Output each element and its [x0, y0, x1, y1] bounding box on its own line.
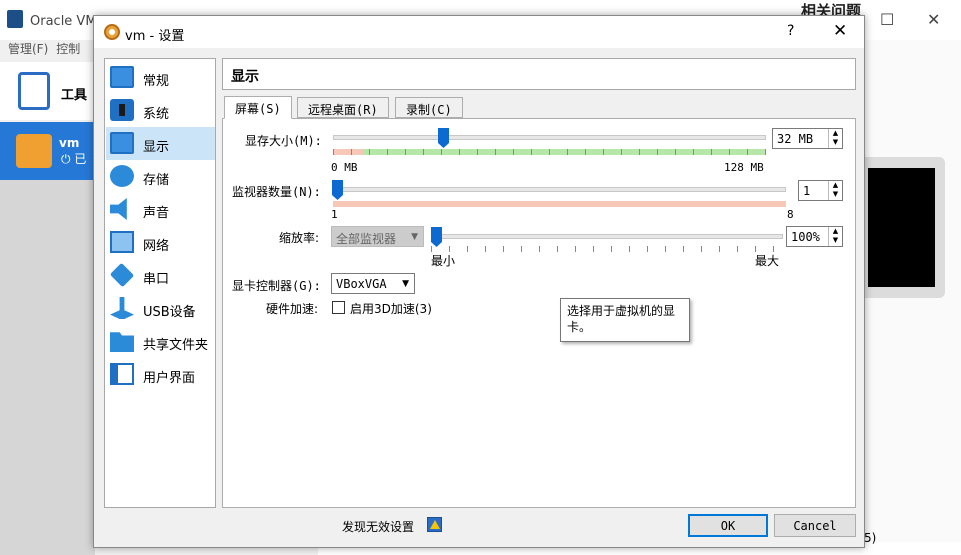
nav-item-network[interactable]: 网络: [106, 226, 215, 259]
nav-item-display[interactable]: 显示: [106, 127, 215, 160]
scale-factor-value: 100%: [791, 230, 820, 244]
maximize-icon[interactable]: ☐: [880, 10, 894, 29]
nav-label: 常规: [143, 74, 170, 89]
monitor-count-min: 1: [331, 208, 338, 221]
scale-factor-slider-track[interactable]: [431, 234, 783, 239]
graphics-controller-value: VBoxVGA: [336, 277, 387, 291]
menu-control[interactable]: 控制: [56, 42, 80, 56]
nav-item-audio[interactable]: 声音: [106, 193, 215, 226]
scale-factor-min: 最小: [431, 254, 456, 268]
vm-os-icon: [16, 134, 52, 168]
nav-item-system[interactable]: 系统: [106, 94, 215, 127]
video-memory-max: 128 MB: [724, 161, 764, 174]
tab-recording[interactable]: 录制(C): [395, 97, 463, 118]
chevron-down-icon: ▼: [411, 232, 418, 242]
vm-name: vm: [59, 136, 80, 150]
invalid-settings-label: 发现无效设置: [342, 520, 415, 534]
nav-item-shared-folders[interactable]: 共享文件夹: [106, 325, 215, 358]
tools-icon: [18, 72, 50, 110]
menu-manage[interactable]: 管理(F): [8, 42, 48, 56]
network-icon: [110, 231, 134, 253]
nav-label: 系统: [143, 107, 170, 122]
enable-3d-checkbox[interactable]: [332, 301, 345, 314]
settings-nav: 常规 系统 显示 存储 声音 网络 串口 USB设备 共享文件夹 用户界面: [104, 58, 216, 508]
scale-monitor-combo-value: 全部监视器: [336, 232, 397, 246]
scale-factor-label: 缩放率:: [279, 231, 320, 245]
scale-factor-max: 最大: [755, 254, 780, 268]
graphics-controller-tooltip: 选择用于虚拟机的显卡。: [560, 298, 690, 342]
monitor-count-range: [333, 201, 786, 207]
manager-menubar: 管理(F) 控制: [0, 40, 95, 62]
nav-label: 共享文件夹: [143, 338, 209, 353]
nav-label: 显示: [143, 140, 170, 155]
chip-icon: [110, 99, 134, 121]
chevron-down-icon: ▼: [402, 279, 409, 289]
video-memory-spinbox[interactable]: 32 MB ▲ ▼: [772, 128, 843, 149]
dialog-close-button[interactable]: ✕: [833, 21, 847, 41]
tab-remote-display[interactable]: 远程桌面(R): [297, 97, 389, 118]
settings-dialog: vm - 设置 ? ✕ 常规 系统 显示 存储 声音 网络 串口 USB设备 共…: [93, 15, 865, 548]
scale-monitor-combo: 全部监视器 ▼: [331, 226, 424, 247]
nav-item-user-interface[interactable]: 用户界面: [106, 358, 215, 391]
folder-icon: [110, 332, 134, 352]
cancel-button[interactable]: Cancel: [774, 514, 856, 537]
tools-item[interactable]: 工具: [0, 62, 95, 120]
video-memory-min: 0 MB: [331, 161, 358, 174]
nav-label: 串口: [143, 272, 170, 287]
settings-gear-icon: [104, 24, 120, 40]
spin-arrows-icon[interactable]: ▲ ▼: [828, 129, 842, 148]
dialog-titlebar: vm - 设置 ? ✕: [94, 16, 864, 48]
vm-list-item[interactable]: vm ⏻ 已: [0, 122, 95, 180]
monitor-count-spinbox[interactable]: 1 ▲ ▼: [798, 180, 843, 201]
storage-icon: [110, 165, 134, 187]
usb-icon: [110, 297, 134, 319]
bottom-fragment-text: 5): [864, 531, 877, 545]
graphics-controller-combo[interactable]: VBoxVGA ▼: [331, 273, 415, 294]
preview-screen: [868, 168, 935, 287]
video-memory-ticks: [333, 149, 766, 155]
video-memory-slider-track[interactable]: [333, 135, 766, 140]
video-memory-label: 显存大小(M):: [245, 134, 322, 148]
nav-item-storage[interactable]: 存储: [106, 160, 215, 193]
hw-accel-label: 硬件加速:: [266, 302, 319, 316]
vm-list-empty-area: [0, 180, 95, 555]
nav-label: 网络: [143, 239, 170, 254]
monitor-count-value: 1: [803, 184, 811, 198]
manager-title: Oracle VM: [30, 14, 97, 29]
ok-button[interactable]: OK: [688, 514, 768, 537]
scale-factor-ticks: [431, 246, 783, 252]
nav-item-general[interactable]: 常规: [106, 61, 215, 94]
spin-arrows-icon[interactable]: ▲ ▼: [828, 227, 842, 246]
serial-icon: [109, 262, 135, 288]
spin-arrows-icon[interactable]: ▲ ▼: [828, 181, 842, 200]
enable-3d-label[interactable]: 启用3D加速(3): [350, 300, 432, 317]
nav-label: 用户界面: [143, 371, 196, 386]
monitor-icon: [110, 66, 134, 88]
video-memory-value: 32 MB: [777, 132, 814, 146]
virtualbox-logo-icon: [7, 10, 23, 28]
display-icon: [110, 132, 134, 154]
speaker-icon: [110, 198, 127, 220]
nav-label: 声音: [143, 206, 170, 221]
monitor-count-label: 监视器数量(N):: [232, 185, 321, 199]
scale-factor-spinbox[interactable]: 100% ▲ ▼: [786, 226, 843, 247]
section-header: 显示: [222, 58, 856, 90]
dialog-title: vm - 设置: [125, 29, 185, 44]
nav-label: USB设备: [143, 305, 196, 320]
ui-icon: [110, 363, 134, 385]
warning-icon[interactable]: [427, 517, 442, 532]
close-icon[interactable]: ✕: [927, 10, 940, 29]
graphics-controller-label: 显卡控制器(G):: [232, 279, 321, 293]
tab-screen[interactable]: 屏幕(S): [224, 96, 292, 119]
monitor-count-slider-track[interactable]: [333, 187, 786, 192]
vm-state: ⏻ 已: [61, 152, 87, 166]
nav-label: 存储: [143, 173, 170, 188]
section-title: 显示: [231, 69, 259, 85]
help-button[interactable]: ?: [787, 23, 794, 39]
tools-label: 工具: [61, 88, 88, 103]
monitor-count-max: 8: [787, 208, 794, 221]
nav-item-usb[interactable]: USB设备: [106, 292, 215, 325]
nav-item-serial[interactable]: 串口: [106, 259, 215, 292]
